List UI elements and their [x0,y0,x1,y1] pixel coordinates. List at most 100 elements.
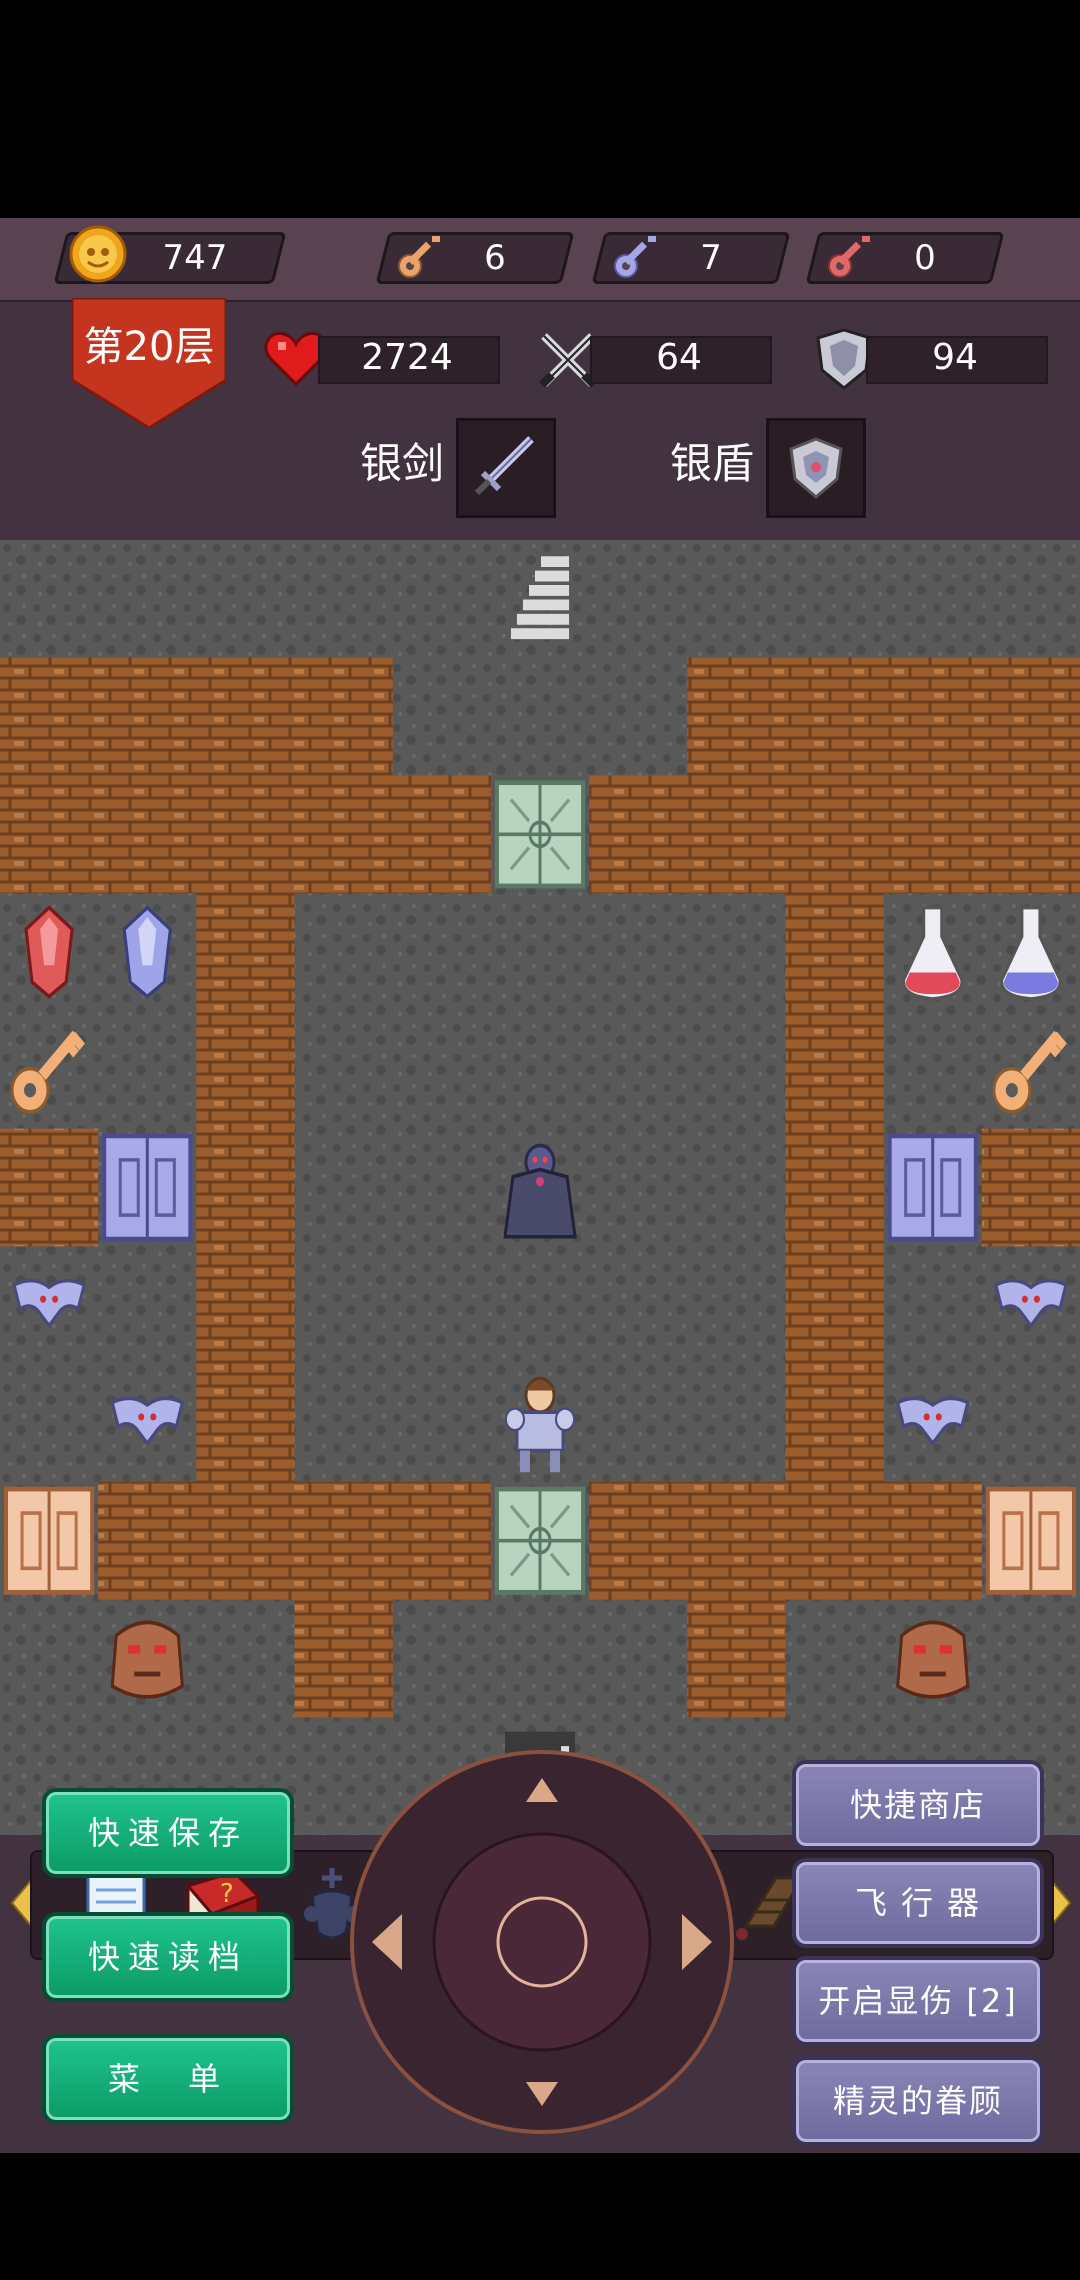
floor-tile [883,540,983,659]
wall-tile [687,1481,786,1601]
wall-tile [883,657,983,776]
floor-tile [589,893,688,1012]
floor-tile [294,893,394,1012]
damage-display-button[interactable]: 开启显伤 [2] [792,1956,1044,2046]
red-key-value: 0 [914,238,936,278]
shield-slot[interactable] [766,418,866,518]
golem-sprite [896,1620,970,1699]
wall-tile [196,1128,296,1247]
floor-tile [490,1599,590,1718]
floor-tile [392,540,492,659]
wall-tile [785,1364,885,1483]
game-screen: 747 6 7 0 第20层 2724 64 94 银剑 银盾 ? 快速保存 快… [0,218,1080,2153]
blue-key-icon [614,236,656,278]
silver-sword-icon [474,436,534,496]
floor-tile [392,657,492,776]
floor-tile [392,1599,492,1718]
fly-button[interactable]: 飞 行 器 [792,1858,1044,1948]
yellow-door-sprite [985,1486,1076,1595]
floor-tile [687,1128,786,1247]
direction-pad[interactable] [348,1748,736,2136]
resource-bar: 747 6 7 0 [0,218,1080,302]
wall-tile [98,775,197,894]
menu-button[interactable]: 菜 单 [42,2034,294,2124]
wall-tile [981,1128,1080,1247]
wall-tile [589,775,688,894]
yellow-door-sprite [4,1486,95,1595]
floor-tile [294,1364,394,1483]
quick-save-button[interactable]: 快速保存 [42,1788,294,1878]
wall-tile [392,1481,492,1601]
svg-text:?: ? [220,1879,234,1909]
floor-label: 第20层 [83,324,215,370]
wall-tile [196,657,296,776]
floor-tile [294,1128,394,1247]
floor-tile [98,1010,197,1130]
attack-value: 64 [656,337,702,378]
floor-tile [98,1246,197,1365]
game-map[interactable] [0,540,1080,1835]
floor-tile [392,1128,492,1247]
wall-tile [196,1364,296,1483]
wall-tile [785,893,885,1012]
floor-tile [589,1246,688,1365]
wall-tile [196,1481,296,1601]
quick-shop-button[interactable]: 快捷商店 [792,1760,1044,1850]
weapon-label: 银剑 [360,439,445,488]
floor-tile [98,540,197,659]
floor-tile [490,1246,590,1365]
wall-tile [785,1246,885,1365]
floor-tile [294,540,394,659]
wall-tile [785,1481,885,1601]
iron-gate-sprite [494,1486,586,1595]
wall-tile [98,1481,197,1601]
floor-tile [883,1246,983,1365]
floor-tile [294,1010,394,1130]
yellow-key-icon [398,236,440,278]
wall-tile [0,657,99,776]
defense-value: 94 [932,337,978,378]
wall-tile [98,657,197,776]
floor-tile [589,1010,688,1130]
floor-tile [589,1364,688,1483]
floor-tile [981,1364,1080,1483]
weapon-slot[interactable] [456,418,556,518]
floor-tile [883,1010,983,1130]
quick-load-button[interactable]: 快速读档 [42,1912,294,2002]
floor-tile [785,540,885,659]
wall-tile [0,775,99,894]
silver-shield-icon [789,437,843,499]
floor-tile [785,1599,885,1718]
wall-tile [981,775,1080,894]
floor-tile [392,1364,492,1483]
wall-tile [883,1481,983,1601]
blue-door-sprite [887,1133,978,1242]
fairy-blessing-button[interactable]: 精灵的眷顾 [792,2056,1044,2146]
floor-tile [589,1599,688,1718]
blue-key-value: 7 [700,238,722,278]
red-key-icon [828,236,870,278]
floor-tile [687,1246,786,1365]
wall-tile [785,1010,885,1130]
floor-tile [687,893,786,1012]
wall-tile [392,775,492,894]
wall-tile [981,657,1080,776]
wall-tile [294,657,394,776]
wall-tile [687,657,786,776]
wall-tile [687,1599,786,1718]
floor-tile [687,540,786,659]
floor-tile [0,1364,99,1483]
floor-tile [490,1010,590,1130]
floor-tile [294,1246,394,1365]
wall-tile [196,893,296,1012]
wall-tile [196,1010,296,1130]
wall-tile [687,775,786,894]
floor-tile [196,1599,296,1718]
shield-icon [816,328,872,390]
gold-coin-icon [69,225,127,283]
shield-label: 银盾 [670,439,755,488]
floor-tile [0,540,99,659]
floor-tile [0,1599,99,1718]
floor-tile [589,657,688,776]
floor-tile [490,540,590,659]
